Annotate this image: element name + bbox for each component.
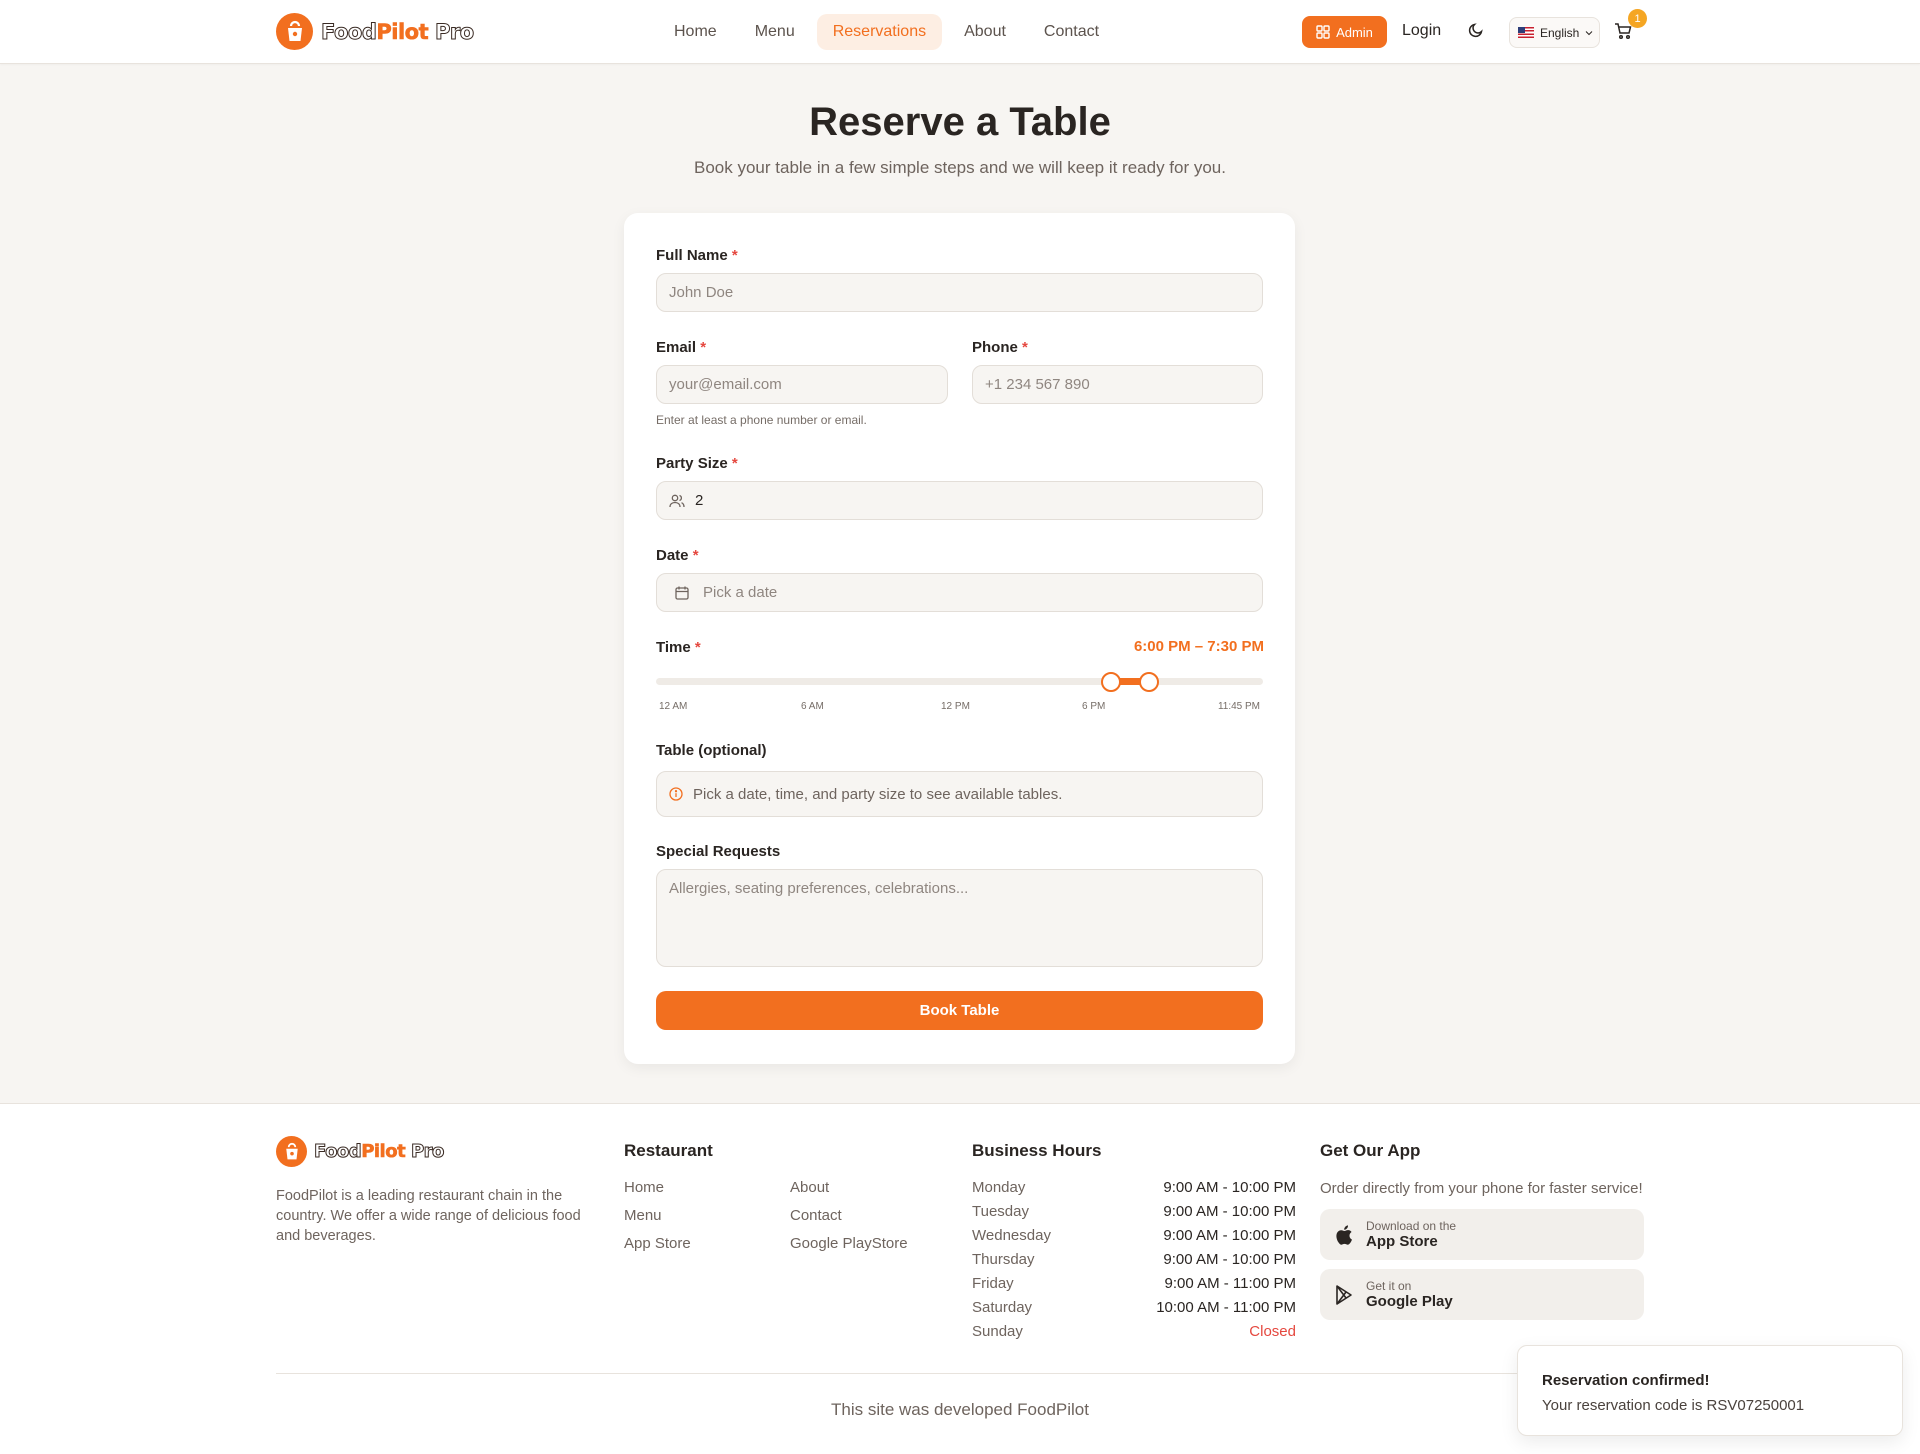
- cart-button[interactable]: [1614, 22, 1632, 45]
- hours-row: Monday 9:00 AM - 10:00 PM: [972, 1179, 1296, 1196]
- google-play-text: Get it on Google Play: [1366, 1279, 1453, 1310]
- tick-label: 11:45 PM: [1217, 701, 1260, 712]
- hours-row: Wednesday 9:00 AM - 10:00 PM: [972, 1227, 1296, 1244]
- full-name-input[interactable]: John Doe: [656, 273, 1263, 312]
- brand-logo[interactable]: FoodPilot Pro: [276, 13, 475, 50]
- footer-description: FoodPilot is a leading restaurant chain …: [276, 1188, 581, 1244]
- app-store-text: Download on the App Store: [1366, 1219, 1457, 1250]
- google-play-icon: [1336, 1284, 1352, 1305]
- book-table-button[interactable]: Book Table: [656, 991, 1263, 1030]
- dark-mode-toggle[interactable]: [1468, 22, 1484, 43]
- nav-home[interactable]: Home: [658, 14, 733, 50]
- party-size-value: 2: [695, 492, 704, 509]
- tick-label: 12 AM: [659, 701, 688, 712]
- footer-link-menu[interactable]: Menu: [624, 1207, 662, 1224]
- date-placeholder: Pick a date: [703, 584, 778, 601]
- footer-link-google-playstore[interactable]: Google PlayStore: [790, 1235, 908, 1252]
- restaurant-heading: Restaurant: [624, 1141, 713, 1160]
- hours-row: Friday 9:00 AM - 11:00 PM: [972, 1275, 1296, 1292]
- date-label: Date *: [656, 547, 699, 564]
- tick-label: 12 PM: [941, 701, 970, 712]
- footer-brand-logo[interactable]: FoodPilot Pro: [276, 1136, 445, 1167]
- footer-link-home[interactable]: Home: [624, 1179, 664, 1196]
- tick-label: 6 PM: [1082, 701, 1106, 712]
- cart-count-badge: 1: [1628, 9, 1647, 28]
- admin-button[interactable]: Admin: [1302, 16, 1387, 48]
- footer-link-contact[interactable]: Contact: [790, 1207, 842, 1224]
- party-size-input[interactable]: 2: [656, 481, 1263, 520]
- chevron-down-icon: [1586, 30, 1593, 35]
- page-title: Reserve a Table: [809, 100, 1111, 144]
- login-link[interactable]: Login: [1402, 22, 1441, 40]
- footer-divider: [276, 1373, 1644, 1374]
- info-icon: [669, 787, 683, 801]
- nav-contact[interactable]: Contact: [1028, 14, 1115, 50]
- time-range-slider[interactable]: [656, 672, 1263, 692]
- table-label: Table (optional): [656, 742, 767, 759]
- calendar-icon: [675, 586, 689, 600]
- email-label: Email *: [656, 339, 707, 356]
- toast-body: Your reservation code is RSV07250001: [1542, 1397, 1805, 1414]
- contact-hint: Enter at least a phone number or email.: [656, 413, 867, 427]
- time-end-handle[interactable]: [1138, 672, 1159, 692]
- time-tick-labels: 12 AM 6 AM 12 PM 6 PM 11:45 PM: [656, 701, 1263, 715]
- app-store-button[interactable]: Download on the App Store: [1320, 1209, 1644, 1260]
- time-label: Time *: [656, 639, 701, 656]
- chef-apron-icon: [276, 13, 313, 50]
- special-requests-textarea[interactable]: Allergies, seating preferences, celebrat…: [656, 869, 1263, 967]
- date-picker[interactable]: Pick a date: [656, 573, 1263, 612]
- page-subtitle: Book your table in a few simple steps an…: [694, 158, 1226, 177]
- get-app-description: Order directly from your phone for faste…: [1320, 1180, 1643, 1197]
- toast-title: Reservation confirmed!: [1542, 1372, 1710, 1389]
- admin-label: Admin: [1336, 24, 1373, 40]
- nav-menu[interactable]: Menu: [739, 14, 811, 50]
- party-size-label: Party Size *: [656, 455, 738, 472]
- hours-row: Saturday 10:00 AM - 11:00 PM: [972, 1299, 1296, 1316]
- nav-reservations[interactable]: Reservations: [816, 14, 943, 50]
- language-label: English: [1540, 25, 1580, 40]
- time-range-value: 6:00 PM – 7:30 PM: [1133, 638, 1264, 655]
- reservation-toast[interactable]: Reservation confirmed! Your reservation …: [1517, 1345, 1903, 1436]
- top-navbar: FoodPilot Pro Home Menu Reservations Abo…: [0, 0, 1920, 64]
- business-hours-heading: Business Hours: [972, 1141, 1102, 1160]
- full-name-label: Full Name *: [656, 247, 738, 264]
- time-start-handle[interactable]: [1101, 672, 1122, 692]
- reservation-form-card: Full Name * John Doe Email * your@email.…: [624, 213, 1295, 1064]
- hours-row: Tuesday 9:00 AM - 10:00 PM: [972, 1203, 1296, 1220]
- email-input[interactable]: your@email.com: [656, 365, 948, 404]
- table-info-text: Pick a date, time, and party size to see…: [693, 785, 1063, 803]
- main-nav: Home Menu Reservations About Contact: [658, 14, 1115, 50]
- footer-link-about[interactable]: About: [790, 1179, 829, 1196]
- get-app-heading: Get Our App: [1320, 1141, 1421, 1160]
- footer-link-app-store[interactable]: App Store: [624, 1235, 691, 1252]
- footer-brand-name: FoodPilot Pro: [313, 1141, 444, 1163]
- moon-icon: [1468, 23, 1483, 38]
- dashboard-icon: [1316, 25, 1330, 39]
- tick-label: 6 AM: [801, 701, 824, 712]
- nav-about[interactable]: About: [948, 14, 1022, 50]
- google-play-button[interactable]: Get it on Google Play: [1320, 1269, 1644, 1320]
- phone-input[interactable]: +1 234 567 890: [972, 365, 1263, 404]
- phone-label: Phone *: [972, 339, 1028, 356]
- users-icon: [669, 494, 685, 508]
- table-availability-info: Pick a date, time, and party size to see…: [656, 771, 1263, 817]
- language-select[interactable]: English: [1509, 17, 1600, 48]
- chef-apron-icon: [276, 1136, 307, 1167]
- apple-icon: [1336, 1224, 1352, 1245]
- brand-name: FoodPilot Pro: [320, 19, 474, 44]
- special-requests-label: Special Requests: [656, 843, 781, 860]
- hours-row: Sunday Closed: [972, 1323, 1296, 1340]
- hours-row: Thursday 9:00 AM - 10:00 PM: [972, 1251, 1296, 1268]
- us-flag-icon: [1518, 27, 1534, 38]
